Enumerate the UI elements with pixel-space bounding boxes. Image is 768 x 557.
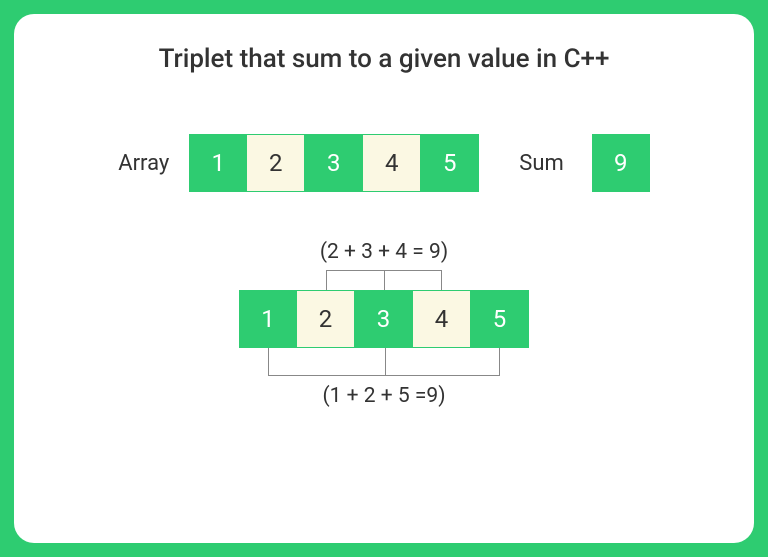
array-cell: 4 <box>413 290 471 348</box>
input-row: Array 1 2 3 4 5 Sum 9 <box>54 134 714 192</box>
sum-label: Sum <box>519 151 563 176</box>
bracket-bottom <box>268 348 500 376</box>
array-cell: 2 <box>247 134 305 192</box>
array-cell: 4 <box>363 134 421 192</box>
triplet-diagram: 1 2 3 4 5 <box>239 290 529 348</box>
array-cells-2: 1 2 3 4 5 <box>239 290 529 348</box>
array-cell: 1 <box>189 134 247 192</box>
array-cell: 5 <box>421 134 479 192</box>
triplet-bottom-expr: (1 + 2 + 5 =9) <box>54 384 714 408</box>
bracket-divider <box>385 348 386 375</box>
array-cell: 2 <box>297 290 355 348</box>
page-title: Triplet that sum to a given value in C++ <box>54 44 714 74</box>
array-cell: 3 <box>355 290 413 348</box>
diagram-card: Triplet that sum to a given value in C++… <box>14 14 754 543</box>
array-cells: 1 2 3 4 5 <box>189 134 479 192</box>
array-cell: 3 <box>305 134 363 192</box>
sum-cell: 9 <box>592 134 650 192</box>
array-label: Array <box>118 151 169 176</box>
triplet-top-expr: (2 + 3 + 4 = 9) <box>54 240 714 264</box>
array-cell: 1 <box>239 290 297 348</box>
array-cell: 5 <box>471 290 529 348</box>
bracket-divider <box>384 271 385 290</box>
bracket-top <box>326 270 442 290</box>
